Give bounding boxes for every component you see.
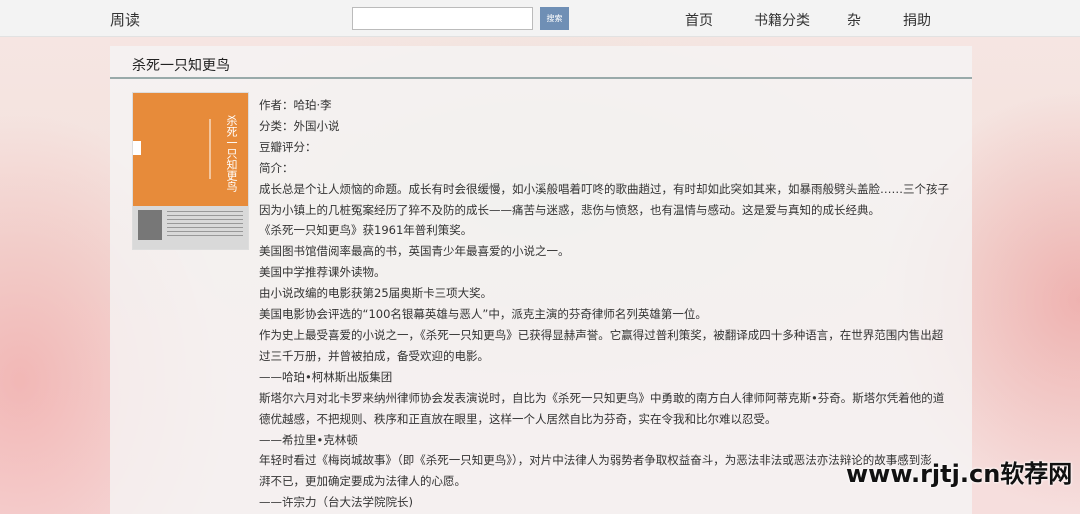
intro-line: 《杀死一只知更鸟》获1961年普利策奖。 [259,223,473,238]
nav-home[interactable]: 首页 [685,10,713,30]
cover-text-lines [167,211,243,237]
category-line: 分类：外国小说 [259,118,340,133]
intro-line: 斯塔尔六月对北卡罗来纳州律师协会发表演说时，自比为《杀死一只知更鸟》中勇敢的南方… [259,390,945,405]
site-brand[interactable]: 周读 [110,9,140,30]
book-title: 杀死一只知更鸟 [110,46,972,79]
search-button[interactable]: 搜索 [540,7,569,30]
search-input[interactable] [352,7,533,30]
intro-line: 过三千万册，并曾被拍成，备受欢迎的电影。 [259,348,489,363]
book-info: 作者：哈珀·李 分类：外国小说 豆瓣评分： 简介： 成长总是个让人烦恼的命题。成… [259,95,959,513]
intro-line: 美国电影协会评选的“100名银幕英雄与恶人”中，派克主演的芬奇律师名列英雄第一位… [259,307,707,322]
intro-line: 作为史上最受喜爱的小说之一，《杀死一只知更鸟》已获得显赫声誉。它赢得过普利策奖，… [259,327,944,342]
site-watermark: www.rjtj.cn软荐网 [846,460,1073,488]
top-navbar: 周读 搜索 首页 书籍分类 杂 捐助 [0,0,1080,37]
cover-subtitle-line [209,119,211,179]
intro-line: ——希拉里•克林顿 [259,432,358,447]
cover-tab [133,141,141,155]
nav-misc[interactable]: 杂 [847,10,861,30]
nav-categories[interactable]: 书籍分类 [754,10,810,30]
author-photo [138,210,162,240]
nav-donate[interactable]: 捐助 [903,10,931,30]
author-line: 作者：哈珀·李 [259,98,332,112]
rating-line: 豆瓣评分： [259,139,317,154]
intro-line: 成长总是个让人烦恼的命题。成长有时会很缓慢，如小溪般唱着叮咚的歌曲趟过，有时却如… [259,181,949,196]
book-cover: 杀死一只知更鸟 [132,92,249,250]
intro-line: 美国中学推荐课外读物。 [259,265,386,280]
intro-line: ——许宗力（台大法学院院长) [259,495,413,510]
intro-line: 德优越感，不把规则、秩序和正直放在眼里，这样一个人居然自比为芬奇，实在令我和比尔… [259,411,777,426]
cover-title: 杀死一只知更鸟 [225,115,238,192]
intro-line: 因为小镇上的几桩冤案经历了猝不及防的成长——痛苦与迷惑，悲伤与愤怒，也有温情与感… [259,202,880,217]
intro-line: ——哈珀•柯林斯出版集团 [259,369,393,384]
intro-line: 美国图书馆借阅率最高的书，英国青少年最喜爱的小说之一。 [259,244,570,259]
intro-label: 简介： [259,160,294,175]
book-panel: 杀死一只知更鸟 杀死一只知更鸟 作者：哈珀·李 分类：外国小说 豆瓣评分： 简介… [110,46,972,514]
intro-line: 由小说改编的电影获第25届奥斯卡三项大奖。 [259,286,493,301]
